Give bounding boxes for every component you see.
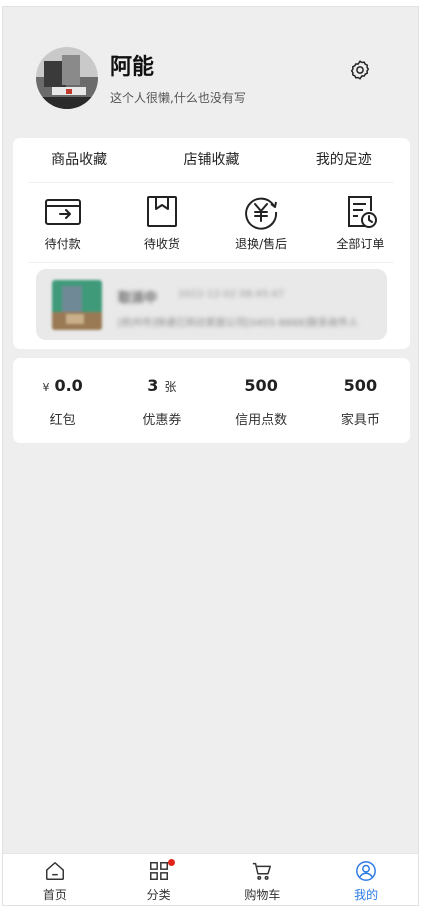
coupon-label: 优惠券 — [142, 413, 182, 428]
coupon-value: 3 — [147, 376, 159, 395]
notification-dot — [167, 859, 175, 866]
avatar[interactable] — [36, 47, 98, 109]
favorite-shops-link[interactable]: 店铺收藏 — [145, 138, 277, 182]
tab-cart-label: 购物车 — [244, 888, 281, 902]
order-status-row: 待付款 待收货 退换/售后 全部订单 — [13, 188, 410, 260]
user-bio: 这个人很懒,什么也没有写 — [110, 91, 246, 105]
credit-points-value: 500 — [244, 376, 278, 395]
red-packet-item[interactable]: ¥ 0.0 红包 — [13, 358, 112, 443]
credit-points-label: 信用点数 — [235, 413, 288, 428]
user-icon — [356, 861, 377, 881]
shortcut-row: 商品收藏 店铺收藏 我的足迹 — [13, 138, 410, 182]
furniture-coin-item[interactable]: 500 家具币 — [311, 358, 410, 443]
orders-card: 商品收藏 店铺收藏 我的足迹 待付款 待收货 退换/售后 全部订单 取派中 20… — [13, 138, 410, 349]
app-screen: 阿能 这个人很懒,什么也没有写 商品收藏 店铺收藏 我的足迹 待付款 待收货 退… — [2, 6, 419, 906]
username: 阿能 — [110, 55, 155, 80]
wallet-arrow-icon — [44, 199, 81, 225]
all-orders-button[interactable]: 全部订单 — [311, 188, 410, 260]
tab-mine-label: 我的 — [354, 888, 379, 902]
coupon-item[interactable]: 3 张 优惠券 — [112, 358, 211, 443]
gear-icon[interactable] — [349, 59, 371, 81]
credit-points-item[interactable]: 500 信用点数 — [212, 358, 311, 443]
tracking-time: 2022-12-02 08:45:47 — [178, 289, 285, 300]
pending-receipt-button[interactable]: 待收货 — [112, 188, 211, 260]
all-orders-label: 全部订单 — [336, 237, 385, 251]
red-packet-label: 红包 — [49, 413, 76, 428]
bottom-tab-bar: 首页 分类 购物车 我的 — [3, 853, 418, 905]
divider — [29, 182, 394, 183]
cart-icon — [253, 862, 272, 880]
tab-cart[interactable]: 购物车 — [211, 854, 315, 905]
coupon-unit: 张 — [164, 380, 177, 394]
yen-return-icon — [245, 197, 278, 230]
divider — [29, 262, 394, 263]
tab-category[interactable]: 分类 — [107, 854, 211, 905]
tab-mine[interactable]: 我的 — [314, 854, 418, 905]
return-aftersale-label: 退换/售后 — [235, 237, 288, 251]
tab-home-label: 首页 — [42, 888, 67, 902]
furniture-coin-label: 家具币 — [340, 413, 380, 428]
pending-payment-button[interactable]: 待付款 — [13, 188, 112, 260]
my-footprint-link[interactable]: 我的足迹 — [278, 138, 410, 182]
logistics-tracking-card[interactable]: 取派中 2022-12-02 08:45:47 [杭州市]快递已到达家居公司[0… — [36, 269, 387, 340]
tab-home[interactable]: 首页 — [3, 854, 107, 905]
assets-card: ¥ 0.0 红包 3 张 优惠券 500 信用点数 500 家具币 — [13, 358, 410, 443]
package-icon — [146, 196, 177, 227]
order-clock-icon — [348, 196, 378, 228]
tab-category-label: 分类 — [146, 888, 171, 902]
tracking-description: [杭州市]快递已到达家居公司[0455-8888]联系收件人 — [118, 318, 359, 329]
red-packet-value: 0.0 — [54, 376, 83, 395]
pending-receipt-label: 待收货 — [143, 237, 180, 251]
product-thumbnail — [52, 280, 102, 330]
currency-symbol: ¥ — [42, 381, 50, 394]
favorite-goods-link[interactable]: 商品收藏 — [13, 138, 145, 182]
return-aftersale-button[interactable]: 退换/售后 — [212, 188, 311, 260]
furniture-coin-value: 500 — [343, 376, 378, 395]
pending-payment-label: 待付款 — [44, 237, 81, 251]
tracking-status: 取派中 — [118, 291, 158, 306]
grid-icon — [149, 862, 168, 880]
home-icon — [45, 862, 64, 880]
